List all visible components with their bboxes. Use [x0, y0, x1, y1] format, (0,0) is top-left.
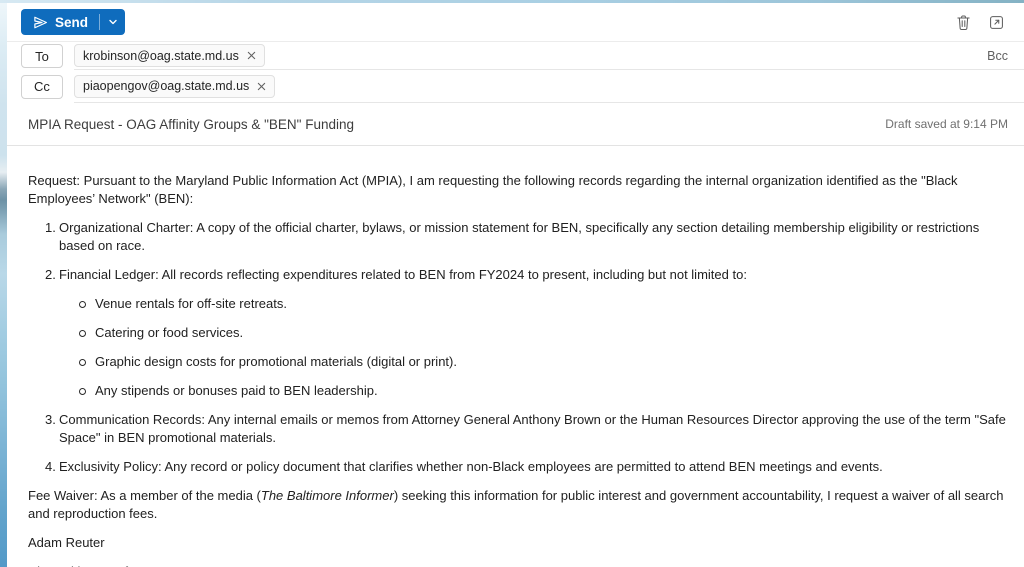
background-left-strip — [0, 3, 7, 567]
body-paragraph: Request: Pursuant to the Maryland Public… — [28, 172, 1010, 208]
fee-waiver-paragraph: Fee Waiver: As a member of the media (Th… — [28, 487, 1010, 523]
subject-row: MPIA Request - OAG Affinity Groups & "BE… — [7, 103, 1024, 146]
cc-recipient-chip[interactable]: piaopengov@oag.state.md.us — [74, 75, 275, 98]
list-text: Exclusivity Policy: Any record or policy… — [59, 458, 1010, 476]
list-text: Financial Ledger: All records reflecting… — [59, 266, 1010, 284]
message-body[interactable]: Request: Pursuant to the Maryland Public… — [7, 146, 1024, 567]
discard-draft-button[interactable] — [954, 12, 973, 33]
send-options-button[interactable] — [100, 9, 125, 35]
to-recipient-chip[interactable]: krobinson@oag.state.md.us — [74, 44, 265, 67]
bullet-icon — [79, 330, 86, 337]
trash-icon — [956, 14, 971, 31]
remove-recipient-icon[interactable] — [247, 51, 256, 60]
send-button-label: Send — [55, 15, 88, 30]
fee-waiver-publication: The Baltimore Informer — [261, 488, 394, 503]
cc-field[interactable]: piaopengov@oag.state.md.us — [74, 70, 1024, 103]
to-button[interactable]: To — [21, 44, 63, 68]
list-number: 3. — [45, 411, 59, 447]
draft-status: Draft saved at 9:14 PM — [885, 117, 1008, 131]
subject-input[interactable]: MPIA Request - OAG Affinity Groups & "BE… — [28, 117, 885, 132]
bullet-text: Any stipends or bonuses paid to BEN lead… — [95, 382, 378, 400]
send-icon — [33, 15, 48, 30]
numbered-item: 1. Organizational Charter: A copy of the… — [45, 219, 1010, 255]
list-number: 4. — [45, 458, 59, 476]
numbered-item: 3. Communication Records: Any internal e… — [45, 411, 1010, 447]
bullet-icon — [79, 388, 86, 395]
bullet-item: Any stipends or bonuses paid to BEN lead… — [79, 382, 1010, 400]
list-text: Organizational Charter: A copy of the of… — [59, 219, 1010, 255]
bullet-text: Catering or food services. — [95, 324, 243, 342]
send-button[interactable]: Send — [21, 9, 99, 35]
toolbar-right-actions — [954, 12, 1006, 33]
list-number: 1. — [45, 219, 59, 255]
bcc-toggle[interactable]: Bcc — [987, 49, 1008, 63]
list-number: 2. — [45, 266, 59, 284]
send-split-button: Send — [21, 9, 125, 35]
numbered-item: 4. Exclusivity Policy: Any record or pol… — [45, 458, 1010, 476]
to-field[interactable]: krobinson@oag.state.md.us Bcc — [74, 42, 1024, 70]
bullet-item: Catering or food services. — [79, 324, 1010, 342]
compose-pane: Send To krobinson@oag.state.md.us Bcc Cc… — [7, 3, 1024, 567]
bullet-text: Graphic design costs for promotional mat… — [95, 353, 457, 371]
cc-button[interactable]: Cc — [21, 75, 63, 99]
bullet-item: Graphic design costs for promotional mat… — [79, 353, 1010, 371]
open-in-new-window-icon — [989, 15, 1004, 30]
recipient-email: piaopengov@oag.state.md.us — [83, 79, 249, 93]
signature-organization: The Baltimore Informer — [28, 563, 1010, 567]
fee-waiver-pre: Fee Waiver: As a member of the media ( — [28, 488, 261, 503]
cc-row: Cc piaopengov@oag.state.md.us — [7, 70, 1024, 103]
to-row: To krobinson@oag.state.md.us Bcc — [7, 42, 1024, 70]
bullet-item: Venue rentals for off-site retreats. — [79, 295, 1010, 313]
bullet-icon — [79, 359, 86, 366]
signature-name: Adam Reuter — [28, 534, 1010, 552]
remove-recipient-icon[interactable] — [257, 82, 266, 91]
open-in-new-window-button[interactable] — [987, 13, 1006, 32]
recipient-email: krobinson@oag.state.md.us — [83, 49, 239, 63]
chevron-down-icon — [108, 17, 118, 27]
compose-toolbar: Send — [7, 3, 1024, 42]
bullet-icon — [79, 301, 86, 308]
bullet-text: Venue rentals for off-site retreats. — [95, 295, 287, 313]
outlook-compose-window: Send To krobinson@oag.state.md.us Bcc Cc… — [0, 0, 1024, 567]
numbered-item: 2. Financial Ledger: All records reflect… — [45, 266, 1010, 284]
list-text: Communication Records: Any internal emai… — [59, 411, 1010, 447]
